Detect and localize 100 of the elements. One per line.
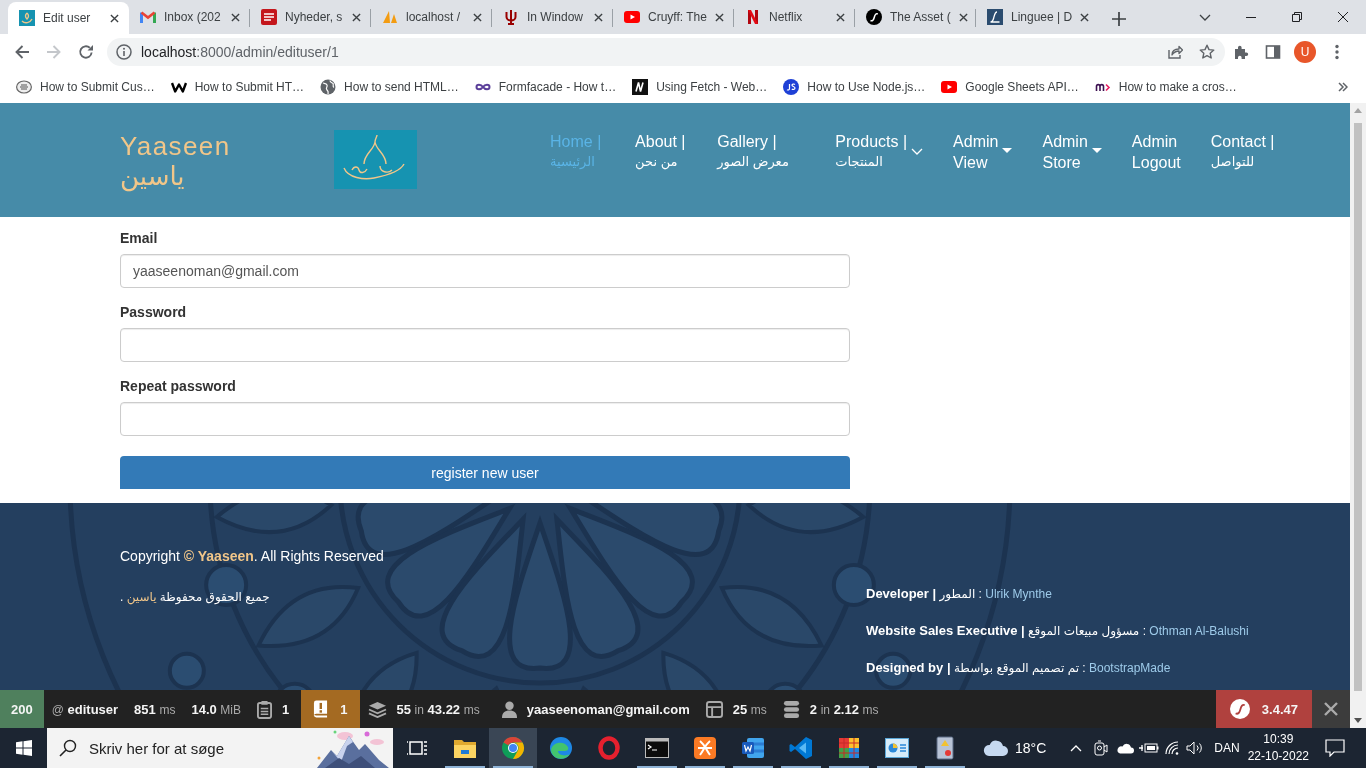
layout-icon: [705, 700, 723, 718]
speaker-icon[interactable]: [1186, 741, 1205, 755]
caret-down-icon: [1091, 147, 1102, 153]
sail-icon: [382, 9, 398, 25]
nav-link[interactable]: Admin View: [953, 131, 1013, 173]
reload-icon[interactable]: [78, 44, 94, 60]
clock-button[interactable]: 10:39 22-10-2022: [1247, 731, 1309, 765]
status-code[interactable]: 200: [0, 690, 44, 728]
chevron-up-icon[interactable]: [1070, 744, 1083, 752]
camera-icon[interactable]: [1094, 740, 1109, 756]
browser-tab[interactable]: Cruyff: The: [613, 2, 734, 32]
close-icon[interactable]: [715, 12, 724, 22]
copyright-text: Copyright © Yaaseen. All Rights Reserved: [120, 547, 384, 566]
bookmark-link[interactable]: How to make a cros…: [1086, 78, 1245, 95]
cache-stats[interactable]: 55 in 43.22 ms: [359, 690, 488, 728]
database-stats[interactable]: 2 in 2.12 ms: [774, 690, 887, 728]
nav-link[interactable]: About | من نحن: [635, 131, 688, 173]
minimize-icon[interactable]: [1246, 16, 1256, 18]
plus-icon[interactable]: [1112, 12, 1126, 26]
notification-icon[interactable]: [1325, 739, 1345, 757]
close-icon[interactable]: [352, 12, 361, 22]
side-panel-icon[interactable]: [1265, 44, 1281, 60]
credit-link[interactable]: BootstrapMade: [1089, 661, 1171, 675]
credit-link[interactable]: Ulrik Mynthe: [985, 587, 1052, 601]
puzzle-icon[interactable]: [1233, 44, 1249, 60]
search-icon: [59, 739, 77, 757]
password-field[interactable]: [120, 328, 850, 362]
star-icon[interactable]: [1199, 44, 1215, 60]
close-button[interactable]: [1312, 690, 1350, 728]
tricolor-circle-icon: [501, 736, 525, 760]
share-icon[interactable]: [1167, 44, 1183, 60]
bookmark-link[interactable]: How to Submit HT…: [162, 78, 313, 95]
circle-logo-icon: [866, 9, 882, 25]
mail-icon: [140, 9, 156, 25]
info-icon[interactable]: [116, 44, 132, 60]
scroll-down-icon[interactable]: [1354, 718, 1362, 723]
color-tiles-icon: [837, 736, 861, 760]
close-icon[interactable]: [110, 13, 119, 23]
close-icon[interactable]: [1080, 12, 1090, 22]
browser-tab[interactable]: Nyheder, s: [250, 2, 371, 32]
clipboard-icon: [257, 699, 273, 719]
nav-link[interactable]: Admin Store: [1042, 131, 1102, 173]
close-icon[interactable]: [473, 12, 482, 22]
browser-tab[interactable]: Linguee | D: [976, 2, 1097, 32]
browser-tab[interactable]: In Window: [492, 2, 613, 32]
profile-avatar[interactable]: U: [1294, 41, 1316, 63]
copyright-arabic-text: جميع الحقوق محفوظة ياسين .: [120, 589, 270, 607]
chevrons-right-icon[interactable]: [1338, 81, 1348, 92]
warnings-counter[interactable]: 1: [301, 690, 360, 728]
route-link[interactable]: @ edituser: [43, 690, 127, 728]
back-icon[interactable]: [14, 44, 30, 60]
close-icon[interactable]: [836, 12, 845, 22]
restore-icon[interactable]: [1292, 12, 1302, 22]
address-bar[interactable]: localhost:8000/admin/edituser/1: [107, 38, 1225, 66]
browser-tab[interactable]: Netflix: [734, 2, 855, 32]
bookmark-link[interactable]: Using Fetch - Web…: [624, 78, 776, 95]
credit-link[interactable]: Othman Al-Balushi: [1149, 624, 1249, 638]
bookmark-link[interactable]: How to Use Node.js…: [775, 78, 934, 95]
browser-tab[interactable]: localhost /: [371, 2, 492, 32]
password-field[interactable]: [120, 402, 850, 436]
search-bar[interactable]: Skriv her for at søge: [47, 728, 393, 768]
search-field[interactable]: Skriv her for at søge: [89, 736, 303, 760]
close-icon[interactable]: [958, 12, 968, 22]
more-icon[interactable]: [1335, 44, 1339, 60]
nav-link[interactable]: Admin Logout: [1131, 131, 1181, 173]
browser-tab[interactable]: Inbox (202: [129, 2, 250, 32]
battery-icon[interactable]: [1139, 742, 1160, 754]
bookmark-link[interactable]: Google Sheets API…: [933, 79, 1087, 94]
logs-counter[interactable]: 1: [249, 690, 298, 728]
nav-link[interactable]: Gallery | معرض الصور: [717, 131, 806, 173]
browser-tab[interactable]: The Asset (: [855, 2, 976, 32]
user-info[interactable]: yaaseenoman@gmail.com: [493, 690, 698, 728]
render-time[interactable]: 25 ms: [697, 690, 775, 728]
start-icon[interactable]: [15, 740, 32, 756]
scrollbar-thumb[interactable]: [1354, 123, 1362, 691]
wifi-icon[interactable]: [1164, 741, 1181, 755]
scrollbar[interactable]: [1350, 103, 1366, 728]
register-button[interactable]: register new user: [120, 456, 850, 489]
nav-link[interactable]: Products | المنتجات: [835, 131, 924, 173]
bookmark-link[interactable]: How to Submit Cus…: [8, 78, 163, 95]
swirl-circle-icon: [549, 736, 573, 760]
language-indicator[interactable]: DAN: [1214, 741, 1240, 755]
close-icon[interactable]: [594, 12, 603, 22]
memory-usage[interactable]: 14.0 MiB: [183, 690, 250, 728]
bookmark-link[interactable]: Formfacade - How t…: [466, 78, 625, 95]
bookmark-link[interactable]: How to send HTML…: [312, 78, 467, 95]
browser-tab[interactable]: Edit user: [8, 2, 129, 34]
close-icon[interactable]: [1338, 12, 1348, 22]
close-icon[interactable]: [231, 12, 240, 22]
field-label: Repeat password: [120, 377, 236, 396]
knot-tile-icon: [693, 736, 717, 760]
terminal-icon: [645, 738, 669, 758]
version-button[interactable]: 3.4.47: [1215, 690, 1312, 728]
chevron-down-icon[interactable]: [1199, 14, 1211, 21]
request-time[interactable]: 851 ms: [126, 690, 184, 728]
nav-link[interactable]: Contact | للتواصل: [1210, 131, 1275, 173]
weather-button[interactable]: 18°C: [983, 728, 1047, 768]
cloud-icon[interactable]: [1116, 742, 1135, 754]
document-icon: [741, 737, 765, 759]
email-field[interactable]: yaaseenoman@gmail.com: [120, 254, 850, 288]
